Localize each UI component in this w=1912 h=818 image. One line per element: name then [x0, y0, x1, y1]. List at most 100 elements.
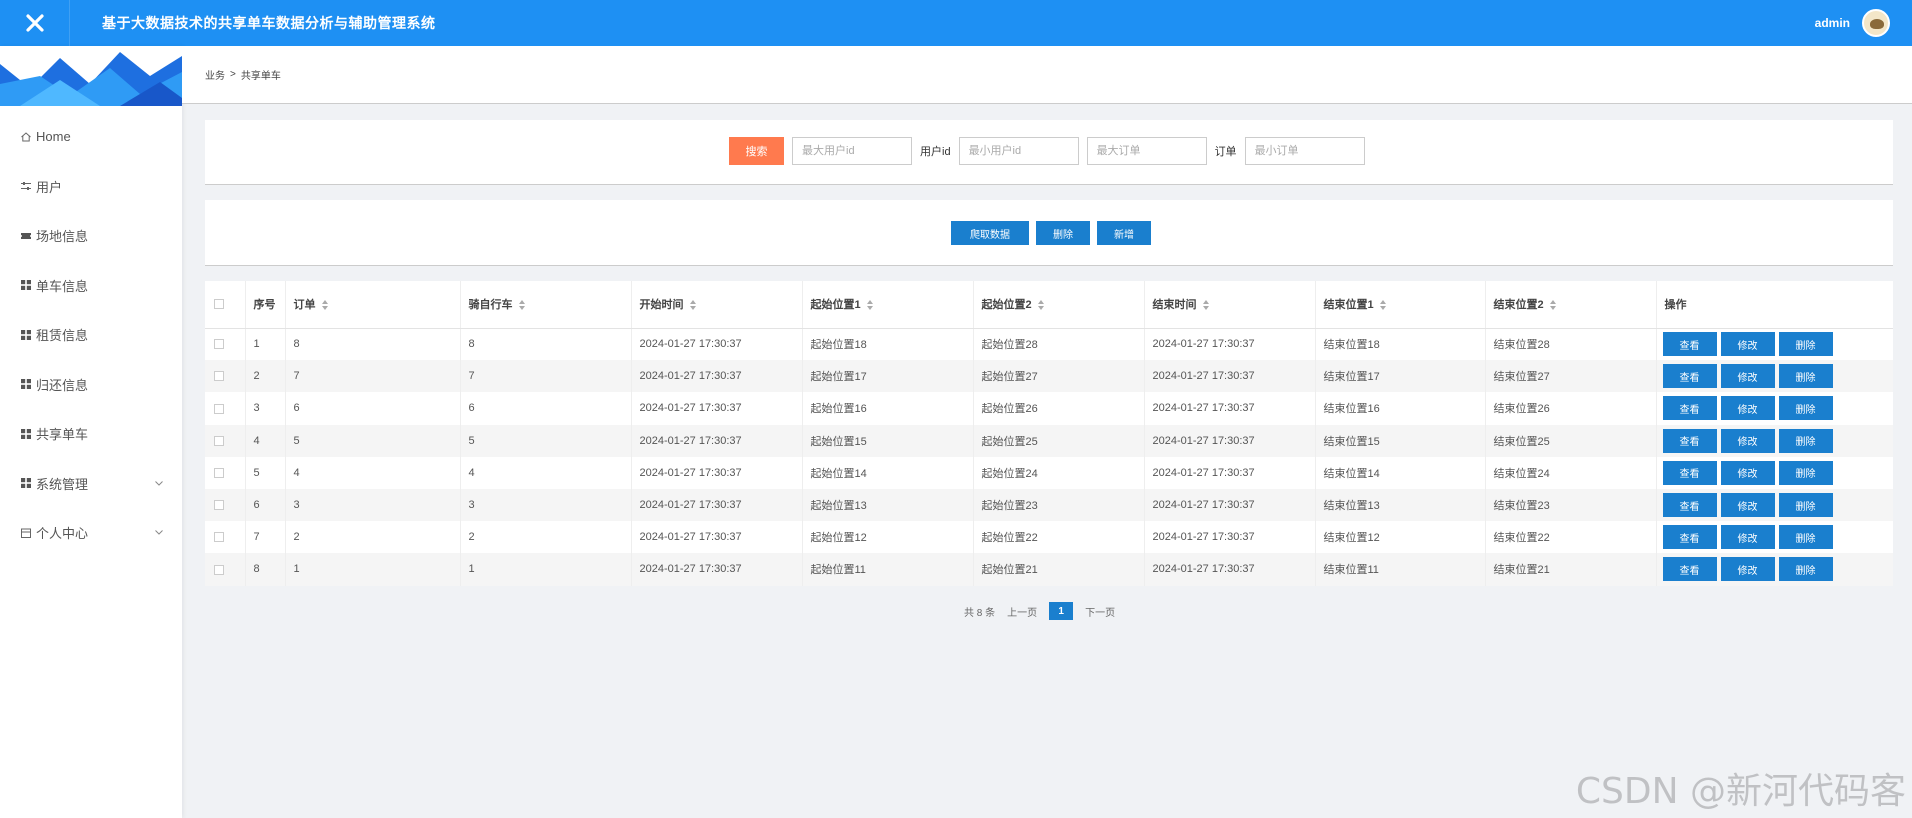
next-page-button[interactable]: 下一页	[1085, 604, 1115, 619]
sort-icon[interactable]	[866, 300, 874, 311]
sort-icon[interactable]	[321, 300, 329, 311]
cell-end-loc2: 结束位置26	[1485, 392, 1657, 425]
edit-button[interactable]: 修改	[1720, 525, 1775, 550]
current-page[interactable]: 1	[1049, 602, 1074, 620]
cell-start-time: 2024-01-27 17:30:37	[631, 521, 803, 554]
min-order-input[interactable]	[1244, 137, 1365, 165]
col-end-loc1-label: 结束位置1	[1323, 299, 1374, 312]
cell-start-loc1: 起始位置13	[802, 488, 974, 522]
sidebar-item-label: 单车信息	[36, 278, 89, 294]
sort-icon[interactable]	[1037, 300, 1045, 311]
delete-button[interactable]: 删除	[1778, 396, 1833, 421]
cell-start-loc1: 起始位置16	[802, 392, 974, 425]
add-button[interactable]: 新增	[1097, 221, 1151, 245]
sidebar-item-1[interactable]: 用户	[0, 162, 182, 212]
close-button[interactable]	[0, 0, 70, 46]
cell-start-loc1: 起始位置17	[802, 360, 974, 393]
sort-icon[interactable]	[689, 300, 697, 311]
delete-button[interactable]: 删除	[1778, 332, 1833, 357]
chevron-down-icon[interactable]	[154, 478, 164, 488]
sidebar-item-label: 共享单车	[36, 427, 89, 443]
delete-button[interactable]: 删除	[1778, 460, 1833, 485]
sidebar-item-6[interactable]: 共享单车	[0, 409, 182, 459]
close-icon	[25, 14, 44, 32]
cell-order: 1	[285, 553, 461, 586]
table-header-row: 序号 订单 骑自行车 开始时间 起始位置1 起始位置2 结束时间 结束位置1 结…	[205, 281, 1893, 329]
sidebar-item-2[interactable]: 场地信息	[0, 211, 182, 261]
cell-start-loc2: 起始位置22	[973, 521, 1145, 554]
cell-end-time: 2024-01-27 17:30:37	[1144, 456, 1316, 489]
col-end-loc2[interactable]: 结束位置2	[1485, 281, 1657, 329]
edit-button[interactable]: 修改	[1720, 364, 1775, 389]
view-button[interactable]: 查看	[1662, 557, 1717, 582]
bulk-delete-button[interactable]: 删除	[1036, 221, 1090, 245]
row-checkbox[interactable]	[214, 532, 224, 543]
edit-button[interactable]: 修改	[1720, 460, 1775, 485]
col-order[interactable]: 订单	[285, 281, 461, 329]
chevron-down-icon[interactable]	[154, 527, 164, 537]
max-user-id-input[interactable]	[792, 137, 912, 165]
delete-button[interactable]: 删除	[1778, 428, 1833, 453]
avatar[interactable]	[1862, 9, 1890, 37]
cell-start-time: 2024-01-27 17:30:37	[631, 392, 803, 425]
user-id-label: 用户id	[920, 146, 951, 158]
edit-button[interactable]: 修改	[1720, 396, 1775, 421]
cell-end-time: 2024-01-27 17:30:37	[1144, 553, 1316, 586]
prev-page-button[interactable]: 上一页	[1007, 604, 1037, 619]
view-button[interactable]: 查看	[1662, 428, 1717, 453]
row-checkbox[interactable]	[214, 339, 224, 350]
row-checkbox[interactable]	[214, 435, 224, 446]
sidebar-item-7[interactable]: 系统管理	[0, 459, 182, 509]
cell-index: 8	[245, 553, 286, 586]
view-button[interactable]: 查看	[1662, 332, 1717, 357]
table-row: 7 2 2 2024-01-27 17:30:37 起始位置12 起始位置22 2024-0…	[205, 521, 1893, 554]
sidebar-item-3[interactable]: 单车信息	[0, 261, 182, 311]
row-checkbox[interactable]	[214, 564, 224, 575]
cell-index: 6	[245, 488, 286, 522]
min-user-id-input[interactable]	[958, 137, 1079, 165]
view-button[interactable]: 查看	[1662, 396, 1717, 421]
action-panel: 爬取数据 删除 新增	[205, 200, 1893, 266]
search-button[interactable]: 搜索	[729, 137, 784, 165]
edit-button[interactable]: 修改	[1720, 557, 1775, 582]
view-button[interactable]: 查看	[1662, 525, 1717, 550]
edit-button[interactable]: 修改	[1720, 428, 1775, 453]
col-start-loc2[interactable]: 起始位置2	[973, 281, 1145, 329]
crawl-data-button[interactable]: 爬取数据	[951, 221, 1029, 245]
edit-button[interactable]: 修改	[1720, 332, 1775, 357]
col-start-loc1[interactable]: 起始位置1	[802, 281, 974, 329]
view-button[interactable]: 查看	[1662, 364, 1717, 389]
col-end-time[interactable]: 结束时间	[1144, 281, 1316, 329]
sidebar-item-5[interactable]: 归还信息	[0, 360, 182, 410]
sidebar-item-8[interactable]: 个人中心	[0, 508, 182, 558]
sort-icon[interactable]	[1379, 300, 1387, 311]
row-checkbox[interactable]	[214, 371, 224, 382]
breadcrumb-parent[interactable]: 业务	[205, 67, 225, 82]
view-button[interactable]: 查看	[1662, 493, 1717, 518]
top-bar: 基于大数据技术的共享单车数据分析与辅助管理系统 admin	[0, 0, 1912, 46]
row-checkbox[interactable]	[214, 403, 224, 414]
edit-button[interactable]: 修改	[1720, 493, 1775, 518]
row-checkbox[interactable]	[214, 500, 224, 511]
sort-icon[interactable]	[518, 300, 526, 311]
row-checkbox[interactable]	[214, 467, 224, 478]
watermark: CSDN @新河代码客	[1575, 771, 1906, 812]
cell-order: 4	[285, 456, 461, 489]
delete-button[interactable]: 删除	[1778, 525, 1833, 550]
user-menu[interactable]: admin	[1815, 0, 1890, 46]
col-start-time[interactable]: 开始时间	[631, 281, 803, 329]
view-button[interactable]: 查看	[1662, 460, 1717, 485]
sort-icon[interactable]	[1549, 300, 1557, 311]
delete-button[interactable]: 删除	[1778, 364, 1833, 389]
sort-icon[interactable]	[1202, 300, 1210, 311]
sidebar-item-0[interactable]: Home	[0, 112, 182, 162]
delete-button[interactable]: 删除	[1778, 557, 1833, 582]
sidebar-item-4[interactable]: 租赁信息	[0, 310, 182, 360]
col-bike[interactable]: 骑自行车	[460, 281, 632, 329]
col-end-loc1[interactable]: 结束位置1	[1315, 281, 1486, 329]
delete-button[interactable]: 删除	[1778, 493, 1833, 518]
cell-end-time: 2024-01-27 17:30:37	[1144, 488, 1316, 522]
max-order-input[interactable]	[1086, 137, 1207, 165]
select-all-checkbox[interactable]	[214, 299, 224, 310]
total-count: 共 8 条	[964, 607, 996, 619]
